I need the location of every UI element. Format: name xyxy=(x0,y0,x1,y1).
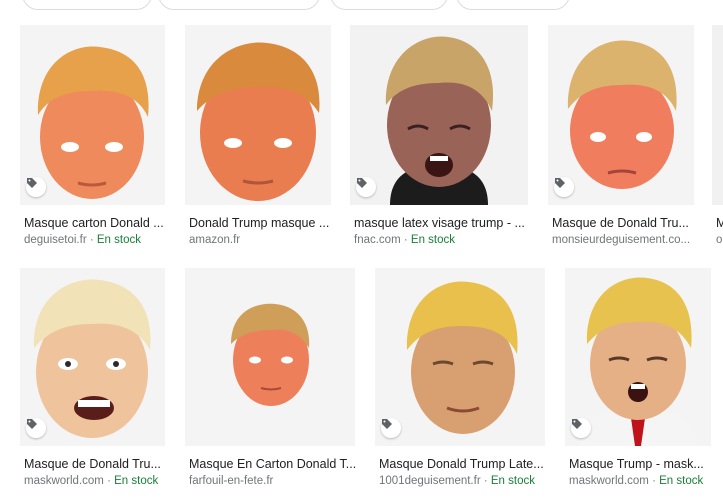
result-meta: fnac.com · En stock xyxy=(354,233,530,247)
result-meta: maskworld.com · En stock xyxy=(24,474,170,488)
stock-status: En stock xyxy=(659,475,704,487)
result-title[interactable]: Masque Donald Trump Late... xyxy=(379,456,550,472)
image-result[interactable]: Masque carton Donald ... deguisetoi.fr ·… xyxy=(20,25,168,250)
result-source: o xyxy=(716,234,723,246)
result-source: farfouil-en-fete.fr xyxy=(189,475,274,487)
result-source: amazon.fr xyxy=(189,234,241,246)
image-result[interactable]: Masque En Carton Donald T... farfouil-en… xyxy=(185,268,360,493)
result-thumbnail[interactable] xyxy=(375,268,545,446)
tag-icon xyxy=(571,418,591,438)
stock-status: En stock xyxy=(410,234,456,246)
separator: · xyxy=(400,234,411,246)
result-title[interactable]: Masque de Donald Tru... xyxy=(24,456,170,472)
separator: · xyxy=(480,475,491,487)
result-title[interactable]: Masque En Carton Donald T... xyxy=(189,456,360,472)
image-result-partial[interactable]: M o xyxy=(712,25,723,250)
trump-mask-image xyxy=(385,36,494,205)
result-source: monsieurdeguisement.co... xyxy=(552,234,691,246)
stock-status: En stock xyxy=(490,475,535,487)
separator: · xyxy=(86,234,97,246)
result-title[interactable]: Masque Trump - mask... xyxy=(569,456,715,472)
result-meta: maskworld.com · En stock xyxy=(569,474,715,488)
result-source: 1001deguisement.fr xyxy=(379,475,481,487)
result-title[interactable]: M xyxy=(716,215,723,231)
image-result[interactable]: Masque de Donald Tru... maskworld.com · … xyxy=(20,268,170,493)
result-meta: 1001deguisement.fr · En stock xyxy=(379,474,550,488)
result-source: fnac.com xyxy=(354,234,401,246)
result-source: maskworld.com xyxy=(24,475,104,487)
result-title[interactable]: masque latex visage trump - ... xyxy=(354,215,530,231)
result-thumbnail[interactable] xyxy=(712,25,723,205)
image-result[interactable]: Masque Donald Trump Late... 1001deguisem… xyxy=(375,268,550,493)
image-result[interactable]: Donald Trump masque ... amazon.fr xyxy=(185,25,335,250)
result-thumbnail[interactable] xyxy=(350,25,528,205)
separator: · xyxy=(103,475,115,487)
tag-icon xyxy=(26,418,46,438)
tag-icon xyxy=(26,177,46,197)
image-result[interactable]: masque latex visage trump - ... fnac.com… xyxy=(350,25,530,250)
filter-chip[interactable] xyxy=(158,0,320,10)
result-title[interactable]: Masque de Donald Tru... xyxy=(552,215,696,231)
trump-mask-image xyxy=(231,303,310,406)
result-meta: amazon.fr xyxy=(189,233,335,247)
result-source: maskworld.com xyxy=(569,475,649,487)
result-thumbnail[interactable] xyxy=(20,268,165,446)
tag-icon xyxy=(381,418,401,438)
result-meta: monsieurdeguisement.co... xyxy=(552,233,696,247)
separator: · xyxy=(648,475,660,487)
result-thumbnail[interactable] xyxy=(565,268,711,446)
result-thumbnail[interactable] xyxy=(20,25,165,205)
filter-chip[interactable] xyxy=(22,0,152,10)
result-thumbnail[interactable] xyxy=(185,268,355,446)
result-thumbnail[interactable] xyxy=(548,25,694,205)
result-meta: deguisetoi.fr · En stock xyxy=(24,233,168,247)
result-source: deguisetoi.fr xyxy=(24,234,87,246)
filter-chip[interactable] xyxy=(456,0,570,10)
tag-icon xyxy=(356,177,376,197)
stock-status: En stock xyxy=(96,234,141,246)
trump-mask-image xyxy=(406,281,518,434)
result-thumbnail[interactable] xyxy=(185,25,331,205)
image-result[interactable]: Masque Trump - mask... maskworld.com · E… xyxy=(565,268,715,493)
tag-icon xyxy=(554,177,574,197)
stock-status: En stock xyxy=(114,475,159,487)
result-title[interactable]: Donald Trump masque ... xyxy=(189,215,335,231)
result-meta: farfouil-en-fete.fr xyxy=(189,474,360,488)
filter-chip[interactable] xyxy=(330,0,448,10)
result-title[interactable]: Masque carton Donald ... xyxy=(24,215,168,231)
image-result[interactable]: Masque de Donald Tru... monsieurdeguisem… xyxy=(548,25,696,250)
trump-mask-image xyxy=(197,42,320,201)
